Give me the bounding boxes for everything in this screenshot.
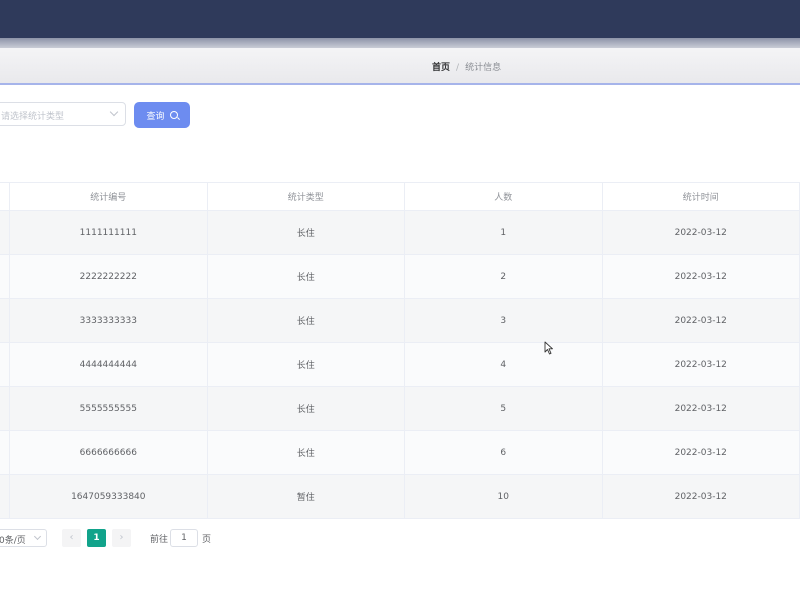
breadcrumb-home-link[interactable]: 首页 [432, 63, 450, 73]
breadcrumb-bar: 首页 / 统计信息 [0, 48, 800, 85]
cell-date: 2022-03-12 [601, 430, 800, 475]
table-row[interactable]: 2222222222 长住 2 2022-03-12 [0, 254, 800, 299]
cell-code: 5555555555 [9, 386, 208, 431]
cell-count: 1 [404, 210, 603, 255]
cell-index [0, 298, 11, 343]
cell-type: 长住 [206, 210, 406, 255]
page-number-button[interactable]: 1 [87, 529, 106, 547]
cell-code: 2222222222 [9, 254, 208, 299]
cell-count: 10 [404, 474, 603, 519]
table-row[interactable]: 4444444444 长住 4 2022-03-12 [0, 342, 800, 387]
cell-code: 6666666666 [9, 430, 208, 475]
query-button-label: 查询 [146, 111, 165, 122]
search-icon [169, 111, 178, 119]
cell-index [0, 254, 11, 299]
cell-date: 2022-03-12 [601, 386, 800, 431]
cell-count: 3 [404, 298, 603, 343]
page-size-select[interactable]: 0条/页 [0, 529, 47, 547]
goto-suffix: 页 [202, 535, 212, 545]
top-navbar [0, 0, 800, 38]
cell-index [0, 474, 11, 519]
header-type: 统计类型 [206, 182, 406, 211]
navbar-shadow [0, 38, 800, 48]
cell-index [0, 386, 11, 431]
table-row[interactable]: 5555555555 长住 5 2022-03-12 [0, 386, 800, 431]
table-row[interactable]: 1647059333840 暂住 10 2022-03-12 [0, 474, 800, 519]
breadcrumb-separator: / [456, 63, 460, 73]
cell-type: 长住 [206, 298, 406, 343]
table-row[interactable]: 6666666666 长住 6 2022-03-12 [0, 430, 800, 475]
header-index [0, 182, 11, 211]
cell-type: 长住 [206, 386, 406, 431]
cell-type: 长住 [206, 430, 406, 475]
stat-type-select-placeholder: 请选择统计类型 [1, 112, 65, 122]
breadcrumb: 首页 / 统计信息 [432, 60, 501, 73]
chevron-down-icon [33, 532, 42, 541]
cell-date: 2022-03-12 [601, 298, 800, 343]
cell-count: 4 [404, 342, 603, 387]
stat-type-select[interactable]: 请选择统计类型 [0, 102, 126, 126]
cell-index [0, 430, 11, 475]
mouse-cursor-icon [544, 341, 553, 355]
cell-date: 2022-03-12 [601, 342, 800, 387]
cell-count: 2 [404, 254, 603, 299]
cell-code: 1647059333840 [9, 474, 208, 519]
cell-type: 暂住 [206, 474, 406, 519]
header-count: 人数 [404, 182, 603, 211]
cell-code: 4444444444 [9, 342, 208, 387]
cell-date: 2022-03-12 [601, 474, 800, 519]
table-row[interactable]: 1111111111 长住 1 2022-03-12 [0, 210, 800, 255]
cell-code: 3333333333 [9, 298, 208, 343]
cell-index [0, 342, 11, 387]
stats-table-container: 统计编号 统计类型 人数 统计时间 1111111111 长住 1 2022-0… [0, 182, 800, 519]
cell-date: 2022-03-12 [601, 210, 800, 255]
query-button[interactable]: 查询 [134, 102, 190, 128]
table-row[interactable]: 3333333333 长住 3 2022-03-12 [0, 298, 800, 343]
cell-count: 6 [404, 430, 603, 475]
prev-page-button[interactable]: ‹ [62, 529, 81, 547]
cell-code: 1111111111 [9, 210, 208, 255]
page-size-value: 0条/页 [0, 536, 26, 546]
header-code: 统计编号 [9, 182, 208, 211]
goto-label: 前往 [150, 535, 169, 545]
next-page-button[interactable]: › [112, 529, 131, 547]
cell-index [0, 210, 11, 255]
header-date: 统计时间 [601, 182, 800, 211]
goto-page-input[interactable] [170, 529, 198, 547]
cell-count: 5 [404, 386, 603, 431]
cell-date: 2022-03-12 [601, 254, 800, 299]
pagination: 0条/页 ‹ 1 › 前往 页 [0, 529, 800, 549]
cell-type: 长住 [206, 254, 406, 299]
cell-type: 长住 [206, 342, 406, 387]
breadcrumb-current: 统计信息 [465, 63, 502, 73]
stats-table: 统计编号 统计类型 人数 统计时间 1111111111 长住 1 2022-0… [0, 182, 800, 519]
table-header-row: 统计编号 统计类型 人数 统计时间 [0, 182, 800, 211]
chevron-down-icon [109, 107, 119, 117]
